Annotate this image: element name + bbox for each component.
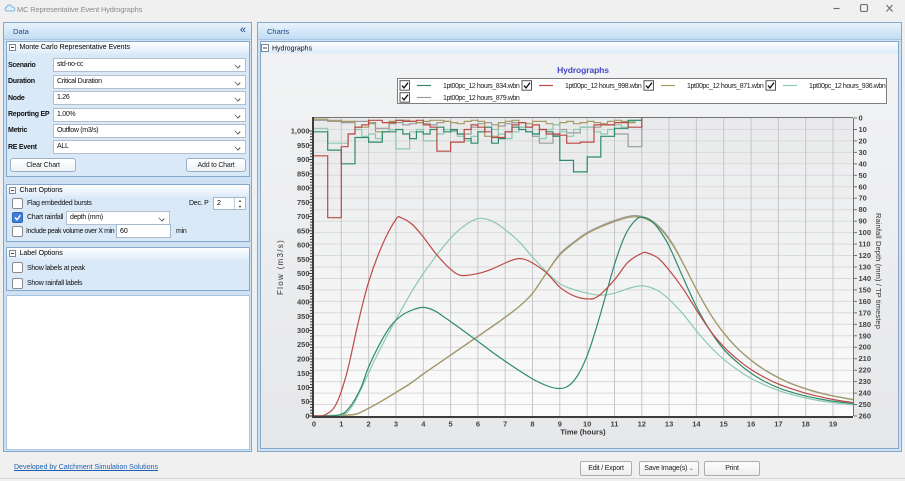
svg-text:12: 12 [638,420,646,429]
svg-text:600: 600 [297,241,310,250]
svg-text:250: 250 [859,400,872,409]
svg-text:20: 20 [859,136,867,145]
svg-text:2: 2 [367,420,371,429]
svg-text:16: 16 [747,420,755,429]
svg-text:5: 5 [449,420,453,429]
svg-text:17: 17 [774,420,782,429]
svg-text:550: 550 [297,255,310,264]
svg-text:13: 13 [665,420,673,429]
svg-text:210: 210 [859,354,872,363]
svg-text:140: 140 [859,274,872,283]
svg-text:150: 150 [859,285,872,294]
svg-text:15: 15 [720,420,728,429]
svg-text:160: 160 [859,297,872,306]
svg-text:100: 100 [297,383,310,392]
svg-text:10: 10 [859,125,867,134]
svg-text:19: 19 [829,420,837,429]
svg-text:170: 170 [859,308,872,317]
svg-text:1: 1 [339,420,343,429]
svg-text:50: 50 [859,171,867,180]
svg-text:Time (hours): Time (hours) [560,428,606,437]
svg-text:240: 240 [859,389,872,398]
svg-text:260: 260 [859,412,872,421]
svg-text:50: 50 [301,397,309,406]
svg-text:0: 0 [312,420,316,429]
svg-text:1pt00pc_12 hours_998.wbn: 1pt00pc_12 hours_998.wbn [565,83,642,90]
svg-text:80: 80 [859,205,867,214]
svg-text:1pt00pc_12 hours_871.wbn: 1pt00pc_12 hours_871.wbn [687,83,764,90]
svg-text:300: 300 [297,326,310,335]
svg-text:130: 130 [859,263,872,272]
svg-text:18: 18 [802,420,810,429]
svg-text:500: 500 [297,269,310,278]
svg-text:1pt00pc_12 hours_936.wbn: 1pt00pc_12 hours_936.wbn [809,83,886,90]
svg-text:400: 400 [297,298,310,307]
svg-text:30: 30 [859,148,867,157]
svg-text:150: 150 [297,369,310,378]
svg-text:1pt00pc_12 hours_834.wbn: 1pt00pc_12 hours_834.wbn [443,83,520,90]
svg-text:450: 450 [297,283,310,292]
svg-text:700: 700 [297,212,310,221]
svg-text:190: 190 [859,331,872,340]
svg-text:750: 750 [297,198,310,207]
svg-text:1,000: 1,000 [291,127,310,136]
svg-text:220: 220 [859,366,872,375]
svg-text:Flow (m3/s): Flow (m3/s) [276,239,285,295]
svg-text:950: 950 [297,141,310,150]
svg-text:Hydrographs: Hydrographs [557,65,609,75]
svg-text:1pt00pc_12 hours_879.wbn: 1pt00pc_12 hours_879.wbn [443,95,520,102]
svg-text:0: 0 [305,412,309,421]
svg-text:350: 350 [297,312,310,321]
svg-text:120: 120 [859,251,872,260]
svg-text:800: 800 [297,184,310,193]
svg-text:40: 40 [859,159,867,168]
svg-text:200: 200 [859,343,872,352]
svg-text:200: 200 [297,355,310,364]
svg-text:180: 180 [859,320,872,329]
svg-text:7: 7 [503,420,507,429]
svg-text:250: 250 [297,340,310,349]
svg-text:11: 11 [611,420,619,429]
svg-text:14: 14 [692,420,701,429]
svg-text:3: 3 [394,420,398,429]
svg-text:850: 850 [297,169,310,178]
svg-text:Hydrographs: Hydrographs [272,46,313,53]
svg-text:6: 6 [476,420,480,429]
svg-text:90: 90 [859,217,867,226]
svg-text:230: 230 [859,377,872,386]
svg-text:8: 8 [530,420,534,429]
svg-text:100: 100 [859,228,872,237]
svg-text:650: 650 [297,226,310,235]
svg-text:Rainfall Depth (mm) / TP times: Rainfall Depth (mm) / TP timestep [874,213,883,329]
svg-text:0: 0 [859,114,863,123]
svg-text:900: 900 [297,155,310,164]
svg-text:70: 70 [859,194,867,203]
svg-text:60: 60 [859,182,867,191]
svg-text:110: 110 [859,240,871,249]
